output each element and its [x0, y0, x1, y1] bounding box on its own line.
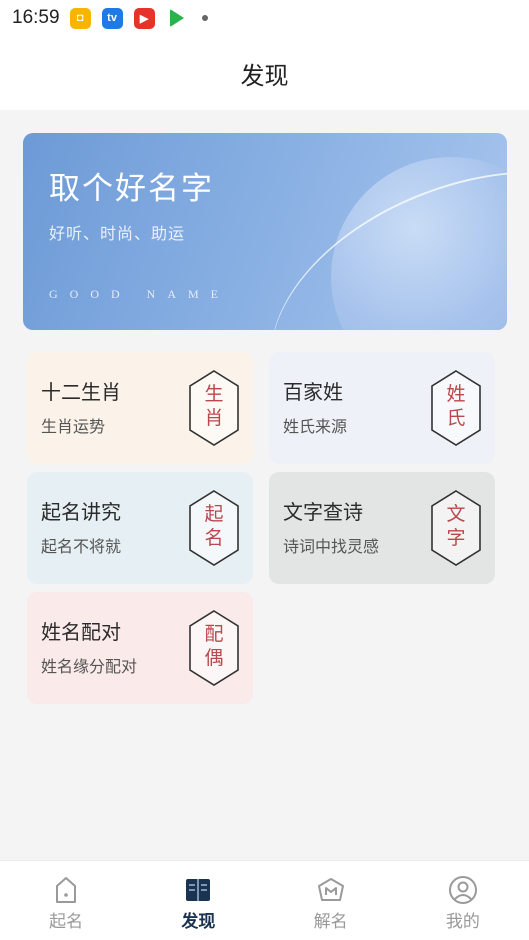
card-title: 十二生肖 [41, 380, 121, 404]
banner-title: 取个好名字 [49, 171, 214, 207]
card-subtitle: 起名不将就 [41, 537, 122, 556]
card-subtitle: 姓名缘分配对 [41, 657, 138, 676]
card-title: 文字查诗 [283, 500, 363, 524]
book-icon [183, 875, 213, 905]
card-poem-search[interactable]: 文字查诗 诗词中找灵感 文字 [269, 472, 495, 584]
card-subtitle: 生肖运势 [41, 417, 106, 436]
seal-icon: 生肖 [189, 370, 239, 446]
tab-naming[interactable]: 起名 [0, 861, 132, 940]
banner[interactable]: 取个好名字 好听、时尚、助运 GOOD NAME [23, 133, 507, 330]
tab-label: 我的 [445, 912, 480, 932]
card-title: 姓名配对 [41, 620, 121, 644]
tab-label: 解名 [313, 912, 348, 932]
card-naming-rules[interactable]: 起名讲究 起名不将就 起名 [27, 472, 253, 584]
page-header: 发现 [0, 36, 529, 110]
tab-label: 发现 [181, 912, 216, 932]
seal-glyphs: 起名 [204, 503, 224, 549]
card-zodiac[interactable]: 十二生肖 生肖运势 生肖 [27, 352, 253, 464]
card-name-match[interactable]: 姓名配对 姓名缘分配对 配偶 [27, 592, 253, 704]
seal-glyphs: 文字 [446, 503, 466, 549]
banner-english-text: GOOD NAME [49, 287, 230, 301]
card-subtitle: 姓氏来源 [283, 417, 348, 436]
seal-icon: 姓氏 [431, 370, 481, 446]
card-title: 百家姓 [283, 380, 343, 404]
tv-app-icon: tv [101, 7, 123, 29]
card-surnames[interactable]: 百家姓 姓氏来源 姓氏 [269, 352, 495, 464]
card-subtitle: 诗词中找灵感 [283, 537, 380, 556]
profile-icon [448, 875, 478, 905]
status-bar: 16:59 ◘ tv ▶ [0, 0, 529, 36]
banner-subtitle: 好听、时尚、助运 [49, 224, 186, 243]
seal-glyphs: 姓氏 [446, 383, 466, 429]
page-title: 发现 [240, 61, 289, 90]
play-store-icon [169, 9, 184, 27]
card-title: 起名讲究 [41, 500, 121, 524]
tab-discover[interactable]: 发现 [132, 861, 264, 940]
more-notifications-icon [201, 15, 208, 21]
seal-icon: 文字 [431, 490, 481, 566]
status-time: 16:59 [12, 7, 60, 28]
seal-icon: 配偶 [189, 610, 239, 686]
seal-glyphs: 配偶 [204, 623, 224, 669]
m-badge-icon [316, 875, 346, 905]
bottom-tab-bar: 起名 发现 解名 我的 [0, 860, 529, 940]
video-app-icon: ▶ [133, 7, 155, 29]
app-notification-icon: ◘ [69, 7, 91, 29]
seal-glyphs: 生肖 [204, 383, 224, 429]
tab-label: 起名 [49, 912, 84, 932]
tab-interpret[interactable]: 解名 [265, 861, 397, 940]
tab-profile[interactable]: 我的 [397, 861, 529, 940]
name-tag-icon [51, 875, 81, 905]
seal-icon: 起名 [189, 490, 239, 566]
